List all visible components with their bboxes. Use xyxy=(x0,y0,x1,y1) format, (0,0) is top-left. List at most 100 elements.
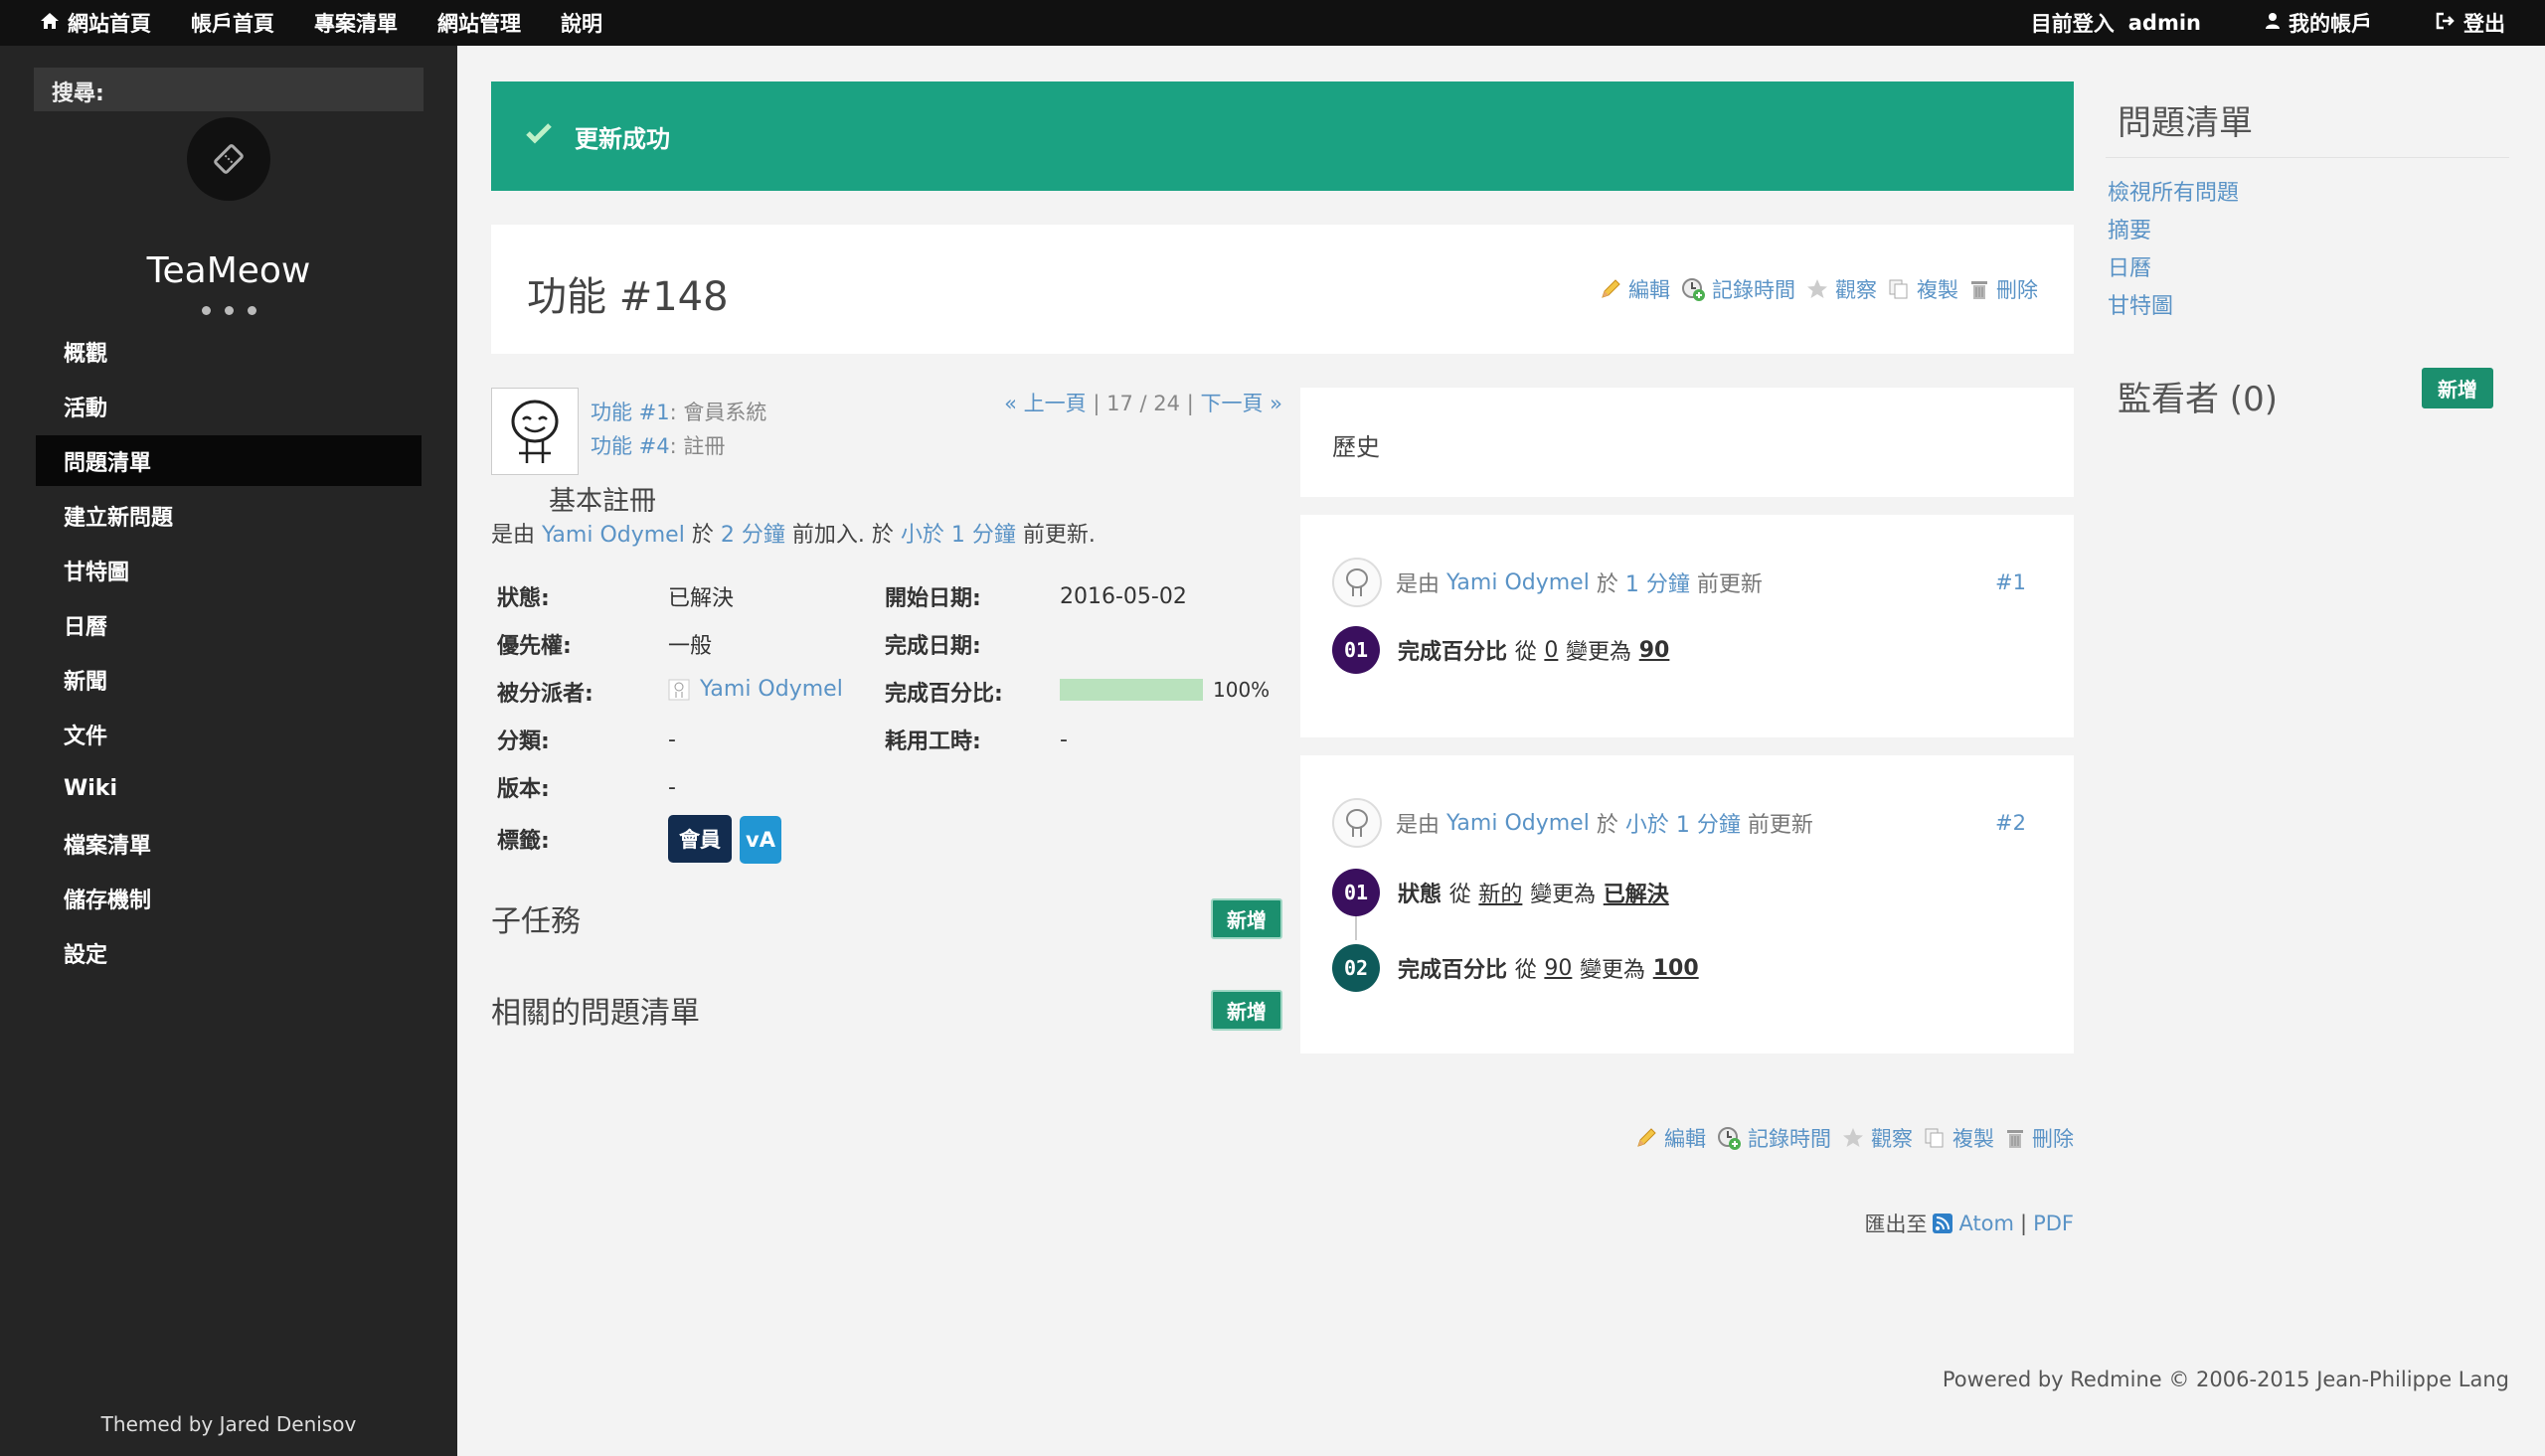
done-ratio-value: 100% xyxy=(1060,668,1270,716)
gantt-link[interactable]: 甘特圖 xyxy=(2108,288,2239,326)
export-pdf-link[interactable]: PDF xyxy=(2033,1212,2074,1235)
parent-issue-sep: : xyxy=(669,401,677,424)
menu-item-wiki[interactable]: Wiki xyxy=(36,763,422,814)
trash-icon xyxy=(2007,1130,2023,1148)
copy-label: 複製 xyxy=(1917,278,1958,302)
add-relation-button[interactable]: 新增 xyxy=(1211,989,1282,1031)
issue-title: 功能 #148 xyxy=(527,274,729,320)
log-time-button[interactable]: 記錄時間 xyxy=(1680,274,1795,304)
log-time-label: 記錄時間 xyxy=(1748,1127,1831,1151)
start-date-value: 2016-05-02 xyxy=(1060,583,1187,609)
journal-number-link[interactable]: #1 xyxy=(1995,570,2026,594)
menu-item-activity[interactable]: 活動 xyxy=(36,381,422,431)
attribute-row: 狀態: 已解決 開始日期: 2016-05-02 xyxy=(491,572,1270,620)
added-time-link[interactable]: 2 分鐘 xyxy=(721,523,785,548)
calendar-link[interactable]: 日曆 xyxy=(2108,250,2239,288)
theme-credit: Themed by Jared Denisov xyxy=(100,1412,357,1436)
tag-badge[interactable]: 會員 xyxy=(668,814,732,863)
updated-time-link[interactable]: 小於 1 分鐘 xyxy=(901,523,1016,548)
watch-button[interactable]: 觀察 xyxy=(1805,274,1877,304)
logged-in-status: 目前登入 admin xyxy=(2031,8,2201,38)
menu-item-documents[interactable]: 文件 xyxy=(36,709,422,759)
pager-separator: | xyxy=(1093,392,1101,415)
detail-field: 狀態 xyxy=(1398,883,1442,907)
menu-item-news[interactable]: 新聞 xyxy=(36,654,422,705)
delete-label: 刪除 xyxy=(2032,1127,2074,1151)
parent-issue-row: 功能 #1: 會員系統 xyxy=(591,396,766,429)
attribute-row: 被分派者: Yami Odymel 完成百分比: 100% xyxy=(491,668,1270,716)
parent-issue-row: 功能 #4: 註冊 xyxy=(591,429,766,463)
my-page-link[interactable]: 帳戶首頁 xyxy=(191,8,274,38)
journal-avatar xyxy=(1332,558,1382,607)
detail-from-word: 從 xyxy=(1514,958,1537,983)
home-link[interactable]: 網站首頁 xyxy=(40,8,151,38)
log-time-button[interactable]: 記錄時間 xyxy=(1716,1123,1831,1153)
edit-button[interactable]: 編輯 xyxy=(1634,1123,1706,1153)
journal-suffix: 前更新 xyxy=(1747,813,1813,838)
menu-item-issues[interactable]: 問題清單 xyxy=(36,435,422,486)
summary-link[interactable]: 摘要 xyxy=(2108,213,2239,250)
previous-issue-link[interactable]: « 上一頁 xyxy=(1004,392,1087,415)
delete-button[interactable]: 刪除 xyxy=(1968,274,2038,304)
watchers-title: 監看者 (0) xyxy=(2118,380,2278,419)
help-link[interactable]: 說明 xyxy=(561,8,602,38)
tag-badge[interactable]: vA xyxy=(740,815,781,864)
add-watcher-button[interactable]: 新增 xyxy=(2422,368,2493,408)
projects-link[interactable]: 專案清單 xyxy=(314,8,398,38)
menu-item-repository[interactable]: 儲存機制 xyxy=(36,873,422,923)
detail-old-value: 0 xyxy=(1544,637,1559,663)
priority-label: 優先權: xyxy=(497,634,572,659)
copy-button[interactable]: 複製 xyxy=(1887,274,1958,304)
journal-number-link[interactable]: #2 xyxy=(1995,811,2026,835)
search-box[interactable]: 搜尋: xyxy=(34,68,424,111)
author-link[interactable]: Yami Odymel xyxy=(542,523,685,548)
journal-author-link[interactable]: Yami Odymel xyxy=(1446,811,1590,836)
progress-bar-fill xyxy=(1060,678,1203,701)
spent-time-label: 耗用工時: xyxy=(885,729,981,754)
view-all-issues-link[interactable]: 檢視所有問題 xyxy=(2108,175,2239,213)
export-separator: | xyxy=(2020,1212,2028,1235)
due-date-value xyxy=(1060,620,1270,668)
logged-in-username[interactable]: admin xyxy=(2128,11,2201,35)
category-value: - xyxy=(668,727,676,752)
done-ratio-label: 完成百分比: xyxy=(885,682,1003,707)
assignee-link[interactable]: Yami Odymel xyxy=(700,677,843,702)
delete-button[interactable]: 刪除 xyxy=(2004,1123,2074,1153)
journal-header: 是由 Yami Odymel 於 1 分鐘 前更新 #1 xyxy=(1332,558,2026,607)
add-subtask-button[interactable]: 新增 xyxy=(1211,897,1282,939)
menu-item-gantt[interactable]: 甘特圖 xyxy=(36,545,422,595)
watch-button[interactable]: 觀察 xyxy=(1841,1123,1913,1153)
top-menu-bar: 網站首頁 帳戶首頁 專案清單 網站管理 說明 目前登入 admin 我的帳戶 登… xyxy=(0,0,2545,46)
edit-button[interactable]: 編輯 xyxy=(1599,274,1670,304)
journal-time-link[interactable]: 1 分鐘 xyxy=(1625,566,1690,598)
detail-badge: 02 xyxy=(1332,944,1380,992)
status-value: 已解決 xyxy=(668,586,735,611)
parent-issue-name: 註冊 xyxy=(683,434,726,458)
category-label: 分類: xyxy=(497,729,550,754)
menu-item-overview[interactable]: 概觀 xyxy=(36,326,422,377)
parent-issue-link[interactable]: 功能 #4 xyxy=(591,434,670,458)
menu-item-settings[interactable]: 設定 xyxy=(36,927,422,978)
menu-item-new-issue[interactable]: 建立新問題 xyxy=(36,490,422,541)
detail-old-value: 90 xyxy=(1544,955,1573,981)
subtasks-heading: 子任務 xyxy=(491,904,581,939)
menu-item-calendar[interactable]: 日曆 xyxy=(36,599,422,650)
version-label: 版本: xyxy=(497,777,550,802)
copy-button[interactable]: 複製 xyxy=(1923,1123,1994,1153)
menu-item-files[interactable]: 檔案清單 xyxy=(36,818,422,869)
sign-out-icon xyxy=(2436,11,2456,35)
export-atom-link[interactable]: Atom xyxy=(1958,1212,2014,1235)
more-options-dots[interactable] xyxy=(0,306,457,315)
project-logo xyxy=(187,117,270,201)
sign-out-link[interactable]: 登出 xyxy=(2436,8,2505,38)
my-account-link[interactable]: 我的帳戶 xyxy=(2265,8,2372,38)
next-issue-link[interactable]: 下一頁 » xyxy=(1200,392,1282,415)
administration-link[interactable]: 網站管理 xyxy=(437,8,521,38)
journal-author-link[interactable]: Yami Odymel xyxy=(1446,570,1590,595)
issues-sidebar-links: 檢視所有問題 摘要 日曆 甘特圖 xyxy=(2108,175,2239,326)
home-icon xyxy=(40,11,60,35)
parent-issue-sep: : xyxy=(669,434,677,458)
parent-issue-link[interactable]: 功能 #1 xyxy=(591,401,670,424)
journal-time-link[interactable]: 小於 1 分鐘 xyxy=(1625,807,1741,839)
home-link-label: 網站首頁 xyxy=(68,12,151,36)
